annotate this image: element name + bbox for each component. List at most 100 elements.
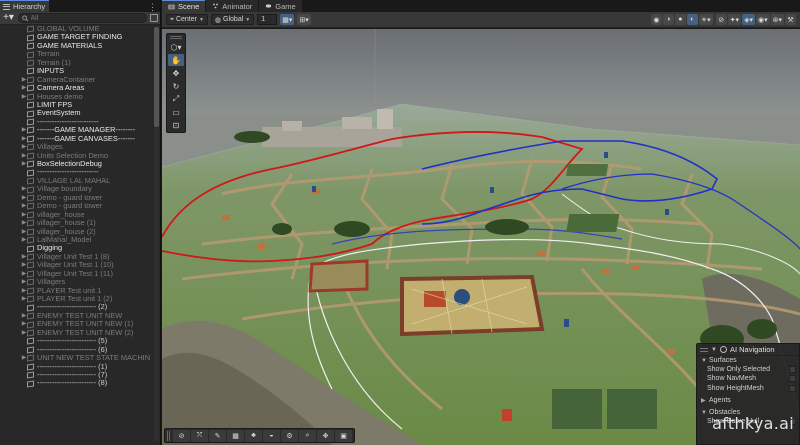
gameobject-icon: [27, 312, 34, 320]
chevron-down-icon: ▼: [198, 16, 204, 23]
tab-animator[interactable]: Animator: [206, 0, 259, 12]
shaded-icon[interactable]: ●: [674, 14, 686, 25]
gameobject-icon: [27, 143, 34, 151]
collapse-icon: ▼: [701, 357, 707, 364]
raise-terrain-icon[interactable]: ⤧: [191, 429, 208, 442]
hierarchy-scrollbar[interactable]: [154, 27, 159, 441]
pivot-icon: ⌖: [170, 15, 174, 23]
search-icon[interactable]: ⌕: [299, 429, 316, 442]
hierarchy-icon: [3, 3, 10, 10]
camera-icon[interactable]: ◉▾: [755, 14, 770, 25]
ai-navigation-title: AI Navigation: [729, 345, 775, 354]
effects-icon[interactable]: ✦▾: [727, 14, 742, 25]
scene-visibility-icon[interactable]: ◈▾: [742, 14, 755, 25]
tree-icon[interactable]: ♣: [245, 429, 262, 442]
gameobject-icon: [27, 287, 34, 295]
chevron-down-icon: ▼: [245, 16, 251, 23]
2d-toggle-icon[interactable]: ◐: [686, 14, 698, 25]
collapse-icon: ▼: [701, 409, 707, 416]
hierarchy-item[interactable]: Terrain (1): [0, 58, 161, 67]
show-only-selected-row[interactable]: Show Only Selected: [697, 365, 799, 374]
search-filter-icon[interactable]: [150, 14, 158, 22]
drag-handle-icon[interactable]: [167, 430, 170, 441]
gameobject-icon: [27, 42, 34, 50]
gameobject-icon: [27, 84, 34, 92]
hierarchy-item[interactable]: GAME MATERIALS: [0, 41, 161, 50]
snap-increment-field[interactable]: 1: [257, 14, 278, 25]
drag-handle-icon[interactable]: [700, 347, 708, 352]
rotate-tool-icon[interactable]: ↻: [168, 80, 184, 92]
gameobject-icon: [27, 160, 34, 168]
pivot-dropdown[interactable]: ⌖ Center ▼: [166, 14, 208, 25]
gameobject-icon: [27, 329, 34, 337]
gameobject-icon: [27, 371, 34, 379]
transform-tool-icon[interactable]: ⊡: [168, 119, 184, 131]
animator-icon: [213, 3, 219, 9]
hierarchy-item[interactable]: ▶ LalMahal_Model: [0, 235, 161, 244]
move-tool-icon[interactable]: ✥: [168, 67, 184, 79]
gameobject-icon: [27, 177, 34, 185]
scrollbar-thumb[interactable]: [154, 27, 159, 127]
add-object-button[interactable]: +▾: [2, 13, 15, 23]
gameobject-icon: [27, 295, 34, 303]
grid-visibility-button[interactable]: ⊞▾: [297, 14, 311, 25]
grid-icon[interactable]: ▦: [227, 429, 244, 442]
collapse-icon: ▶: [701, 397, 706, 404]
gameobject-icon: [27, 346, 34, 354]
show-only-selected-checkbox[interactable]: [789, 366, 796, 374]
enclosure: [308, 259, 369, 293]
surfaces-foldout[interactable]: ▼ Surfaces: [697, 356, 799, 365]
hand-tool-icon[interactable]: ✋: [168, 54, 184, 66]
show-heightmesh-row[interactable]: Show HeightMesh: [697, 384, 799, 393]
space-dropdown[interactable]: ◍ Global ▼: [210, 14, 255, 25]
gizmos-icon[interactable]: ⊛▾: [770, 14, 784, 25]
hierarchy-item[interactable]: ------------------------ (8): [0, 378, 161, 388]
render-mode-icon[interactable]: ◑: [662, 14, 674, 25]
brush-icon[interactable]: ⊘: [173, 429, 190, 442]
show-navmesh-checkbox[interactable]: [789, 375, 796, 383]
agents-foldout[interactable]: ▶ Agents: [697, 396, 799, 405]
transform-icon[interactable]: ✥: [317, 429, 334, 442]
hierarchy-item[interactable]: ▶ -------GAME CANVASES-------: [0, 134, 161, 143]
scene-tools-strip: ⬡▾ ✋ ✥ ↻ ⤢ ▭ ⊡: [166, 33, 186, 133]
hierarchy-search[interactable]: [18, 13, 147, 23]
gameobject-icon: [27, 228, 34, 236]
rect-tool-icon[interactable]: ▭: [168, 106, 184, 118]
watermark: afthkya.ai: [712, 414, 794, 433]
gameobject-icon: [27, 337, 34, 345]
tab-game[interactable]: Game: [259, 0, 302, 12]
gameobject-icon: [27, 67, 34, 75]
scale-tool-icon[interactable]: ⤢: [168, 93, 184, 105]
collapse-icon[interactable]: ▼: [711, 347, 717, 353]
gameobject-icon: [27, 354, 34, 362]
view-options-icon[interactable]: ⬡▾: [168, 41, 184, 53]
ai-navigation-header[interactable]: ▼ AI Navigation: [697, 344, 799, 356]
hierarchy-item[interactable]: ▶ Villager Unit Test 1 (11): [0, 269, 161, 278]
gameobject-icon: [27, 380, 34, 388]
hierarchy-tab-label: Hierarchy: [13, 2, 46, 11]
hierarchy-item[interactable]: Terrain: [0, 49, 161, 58]
gameobject-icon: [27, 363, 34, 371]
tools-icon[interactable]: ⚒: [785, 14, 796, 25]
audio-mute-icon[interactable]: ⊘: [715, 14, 727, 25]
camera-preview-icon[interactable]: ▣: [335, 429, 352, 442]
show-navmesh-row[interactable]: Show NavMesh: [697, 374, 799, 383]
lighting-icon[interactable]: ☀▾: [698, 14, 713, 25]
detail-icon[interactable]: ◒: [263, 429, 280, 442]
scene-viewport[interactable]: ⬡▾ ✋ ✥ ↻ ⤢ ▭ ⊡ ⊘ ⤧ ✎ ▦ ♣ ◒ ⚙ ⌕ ✥ ▣ ▼ AI …: [162, 29, 800, 445]
drag-handle-icon[interactable]: [170, 36, 182, 39]
kebab-menu-icon[interactable]: ⋮: [148, 2, 160, 12]
show-heightmesh-label: Show HeightMesh: [707, 384, 764, 392]
show-heightmesh-checkbox[interactable]: [789, 384, 796, 392]
paint-icon[interactable]: ✎: [209, 429, 226, 442]
tab-hierarchy[interactable]: Hierarchy: [0, 0, 50, 12]
tab-scene[interactable]: Scene: [162, 0, 206, 12]
hierarchy-item[interactable]: ▶ Houses demo: [0, 92, 161, 101]
gameobject-icon: [27, 110, 34, 118]
gameobject-icon: [27, 186, 34, 194]
hierarchy-search-input[interactable]: [30, 14, 146, 22]
scene-tabbar: Scene Animator Game: [162, 0, 800, 12]
draw-mode-icon[interactable]: ◉: [650, 14, 662, 25]
grid-snap-button[interactable]: ▦▾: [280, 14, 295, 25]
settings-icon[interactable]: ⚙: [281, 429, 298, 442]
